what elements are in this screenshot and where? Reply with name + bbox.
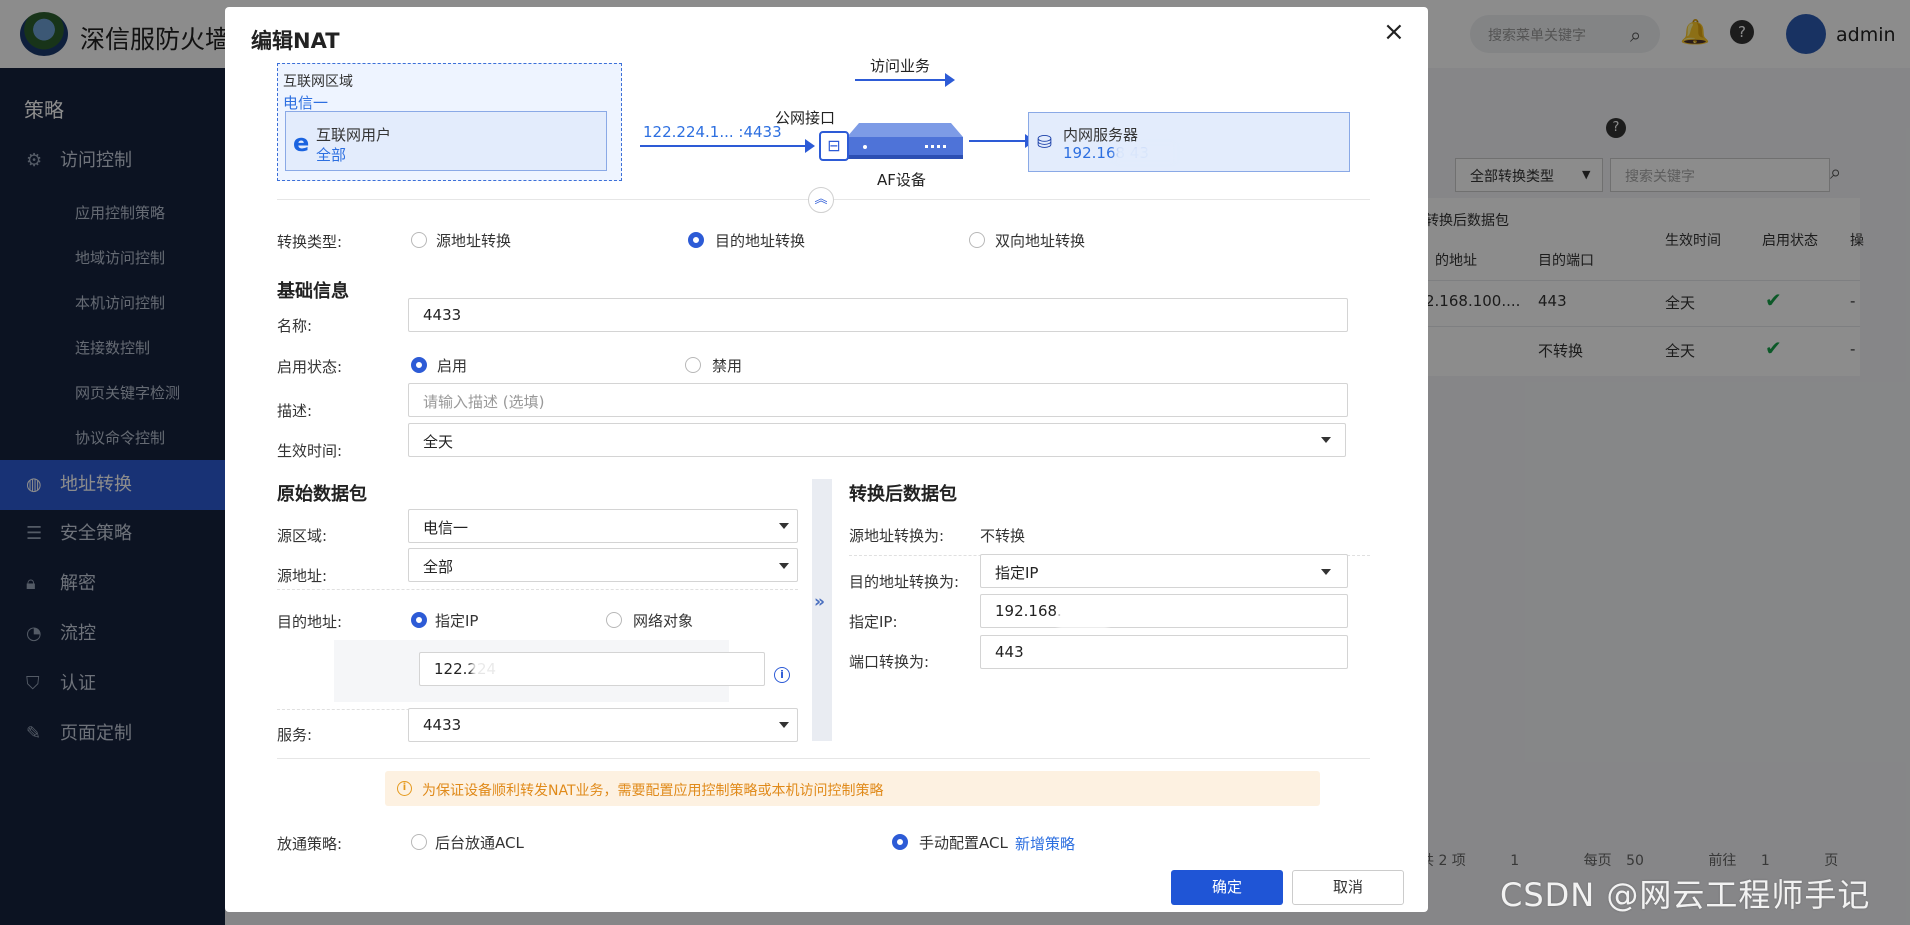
notice-text: 为保证设备顺利转发NAT业务，需要配置应用控制策略或本机访问控制策略: [422, 783, 884, 799]
network-port-icon: ⊟: [819, 131, 849, 161]
server-label: 内网服务器: [1063, 126, 1139, 144]
radio-label: 目的地址转换: [715, 232, 806, 250]
arrow-head-icon: [945, 73, 955, 87]
chevron-down-icon: [779, 523, 789, 529]
dst-trans-select[interactable]: 指定IP: [980, 554, 1348, 588]
arrow-line: [855, 79, 950, 81]
section-original-packet: 原始数据包: [277, 484, 367, 505]
port-trans-label: 端口转换为:: [849, 653, 930, 671]
database-icon: ⛁: [1037, 132, 1053, 153]
arrow-head-icon: [805, 139, 815, 153]
time-select[interactable]: 全天: [408, 423, 1346, 457]
name-label: 名称:: [277, 317, 313, 335]
divider: [277, 758, 1370, 759]
zone-value: 电信一: [283, 94, 329, 112]
redaction-blur: [472, 658, 542, 678]
redaction-blur: [1115, 144, 1175, 162]
cancel-button[interactable]: 取消: [1292, 870, 1404, 905]
double-chevron-right-icon: »: [814, 592, 825, 612]
public-ip-port: 122.224.1... :4433: [643, 123, 782, 141]
user-value: 全部: [316, 146, 347, 164]
desc-label: 描述:: [277, 402, 313, 420]
src-zone-select[interactable]: 电信一: [408, 509, 798, 543]
section-basic-info: 基础信息: [277, 281, 349, 302]
radio-label: 网络对象: [633, 612, 694, 630]
edit-nat-dialog: 编辑NAT × 互联网区域 电信一 e 互联网用户 全部 访问业务 公网接口 1…: [225, 7, 1428, 912]
policy-label: 放通策略:: [277, 835, 343, 853]
dst-addr-label: 目的地址:: [277, 613, 343, 631]
divider: [277, 589, 798, 590]
radio-label: 指定IP: [435, 612, 479, 630]
user-label: 互联网用户: [316, 126, 392, 144]
chevron-up-icon[interactable]: ︽: [808, 187, 834, 213]
chevron-down-icon: [1321, 437, 1331, 443]
dialog-title: 编辑NAT: [251, 29, 340, 53]
zone-label: 互联网区域: [283, 74, 353, 90]
radio-label: 禁用: [712, 357, 743, 375]
nat-type-label: 转换类型:: [277, 233, 343, 251]
browser-icon: e: [293, 129, 310, 157]
specify-ip-label: 指定IP:: [849, 613, 898, 631]
radio-network-object[interactable]: [606, 612, 622, 628]
radio-label: 启用: [437, 357, 468, 375]
service-label: 服务:: [277, 726, 313, 744]
radio-label: 后台放通ACL: [435, 834, 524, 852]
radio-label: 双向地址转换: [995, 232, 1086, 250]
time-label: 生效时间:: [277, 442, 343, 460]
radio-specify-ip[interactable]: [411, 612, 427, 628]
src-trans-value: 不转换: [980, 527, 1026, 545]
confirm-button[interactable]: 确定: [1171, 870, 1283, 905]
chevron-down-icon: [1321, 569, 1331, 575]
dst-trans-label: 目的地址转换为:: [849, 573, 960, 591]
radio-dst-nat[interactable]: [688, 232, 704, 248]
radio-src-nat[interactable]: [411, 232, 427, 248]
translated-ip-input[interactable]: 192.168.: [980, 594, 1348, 628]
chevron-down-icon: [779, 722, 789, 728]
section-translated-packet: 转换后数据包: [849, 484, 957, 505]
status-label: 启用状态:: [277, 358, 343, 376]
src-zone-label: 源区域:: [277, 527, 328, 545]
src-trans-label: 源地址转换为:: [849, 527, 945, 545]
radio-disable[interactable]: [685, 357, 701, 373]
watermark: CSDN @网云工程师手记: [1500, 876, 1871, 914]
close-icon[interactable]: ×: [1383, 17, 1405, 47]
radio-label: 源地址转换: [436, 232, 512, 250]
radio-enable[interactable]: [411, 357, 427, 373]
arrow-line: [969, 140, 1029, 142]
src-addr-select[interactable]: 全部: [408, 548, 798, 582]
af-device-icon: [847, 123, 963, 159]
name-input[interactable]: 4433: [408, 298, 1348, 332]
device-label: AF设备: [877, 171, 926, 189]
arrow-line: [640, 145, 810, 147]
radio-manual-acl[interactable]: [892, 834, 908, 850]
warning-icon: i: [397, 781, 412, 796]
radio-bidirectional-nat[interactable]: [969, 232, 985, 248]
new-policy-link[interactable]: 新增策略: [1015, 833, 1075, 854]
service-access-label: 访问业务: [870, 57, 931, 75]
radio-label: 手动配置ACL: [919, 834, 1008, 852]
redaction-blur: [1058, 610, 1108, 628]
desc-input[interactable]: 请输入描述 (选填): [408, 383, 1348, 417]
radio-auto-acl[interactable]: [411, 834, 427, 850]
service-select[interactable]: 4433: [408, 708, 798, 742]
src-addr-label: 源地址:: [277, 567, 328, 585]
chevron-down-icon: [779, 563, 789, 569]
public-interface-label: 公网接口: [775, 109, 836, 127]
port-trans-input[interactable]: 443: [980, 635, 1348, 669]
dst-ip-input[interactable]: 122.224: [419, 652, 765, 686]
info-icon[interactable]: i: [774, 667, 790, 683]
